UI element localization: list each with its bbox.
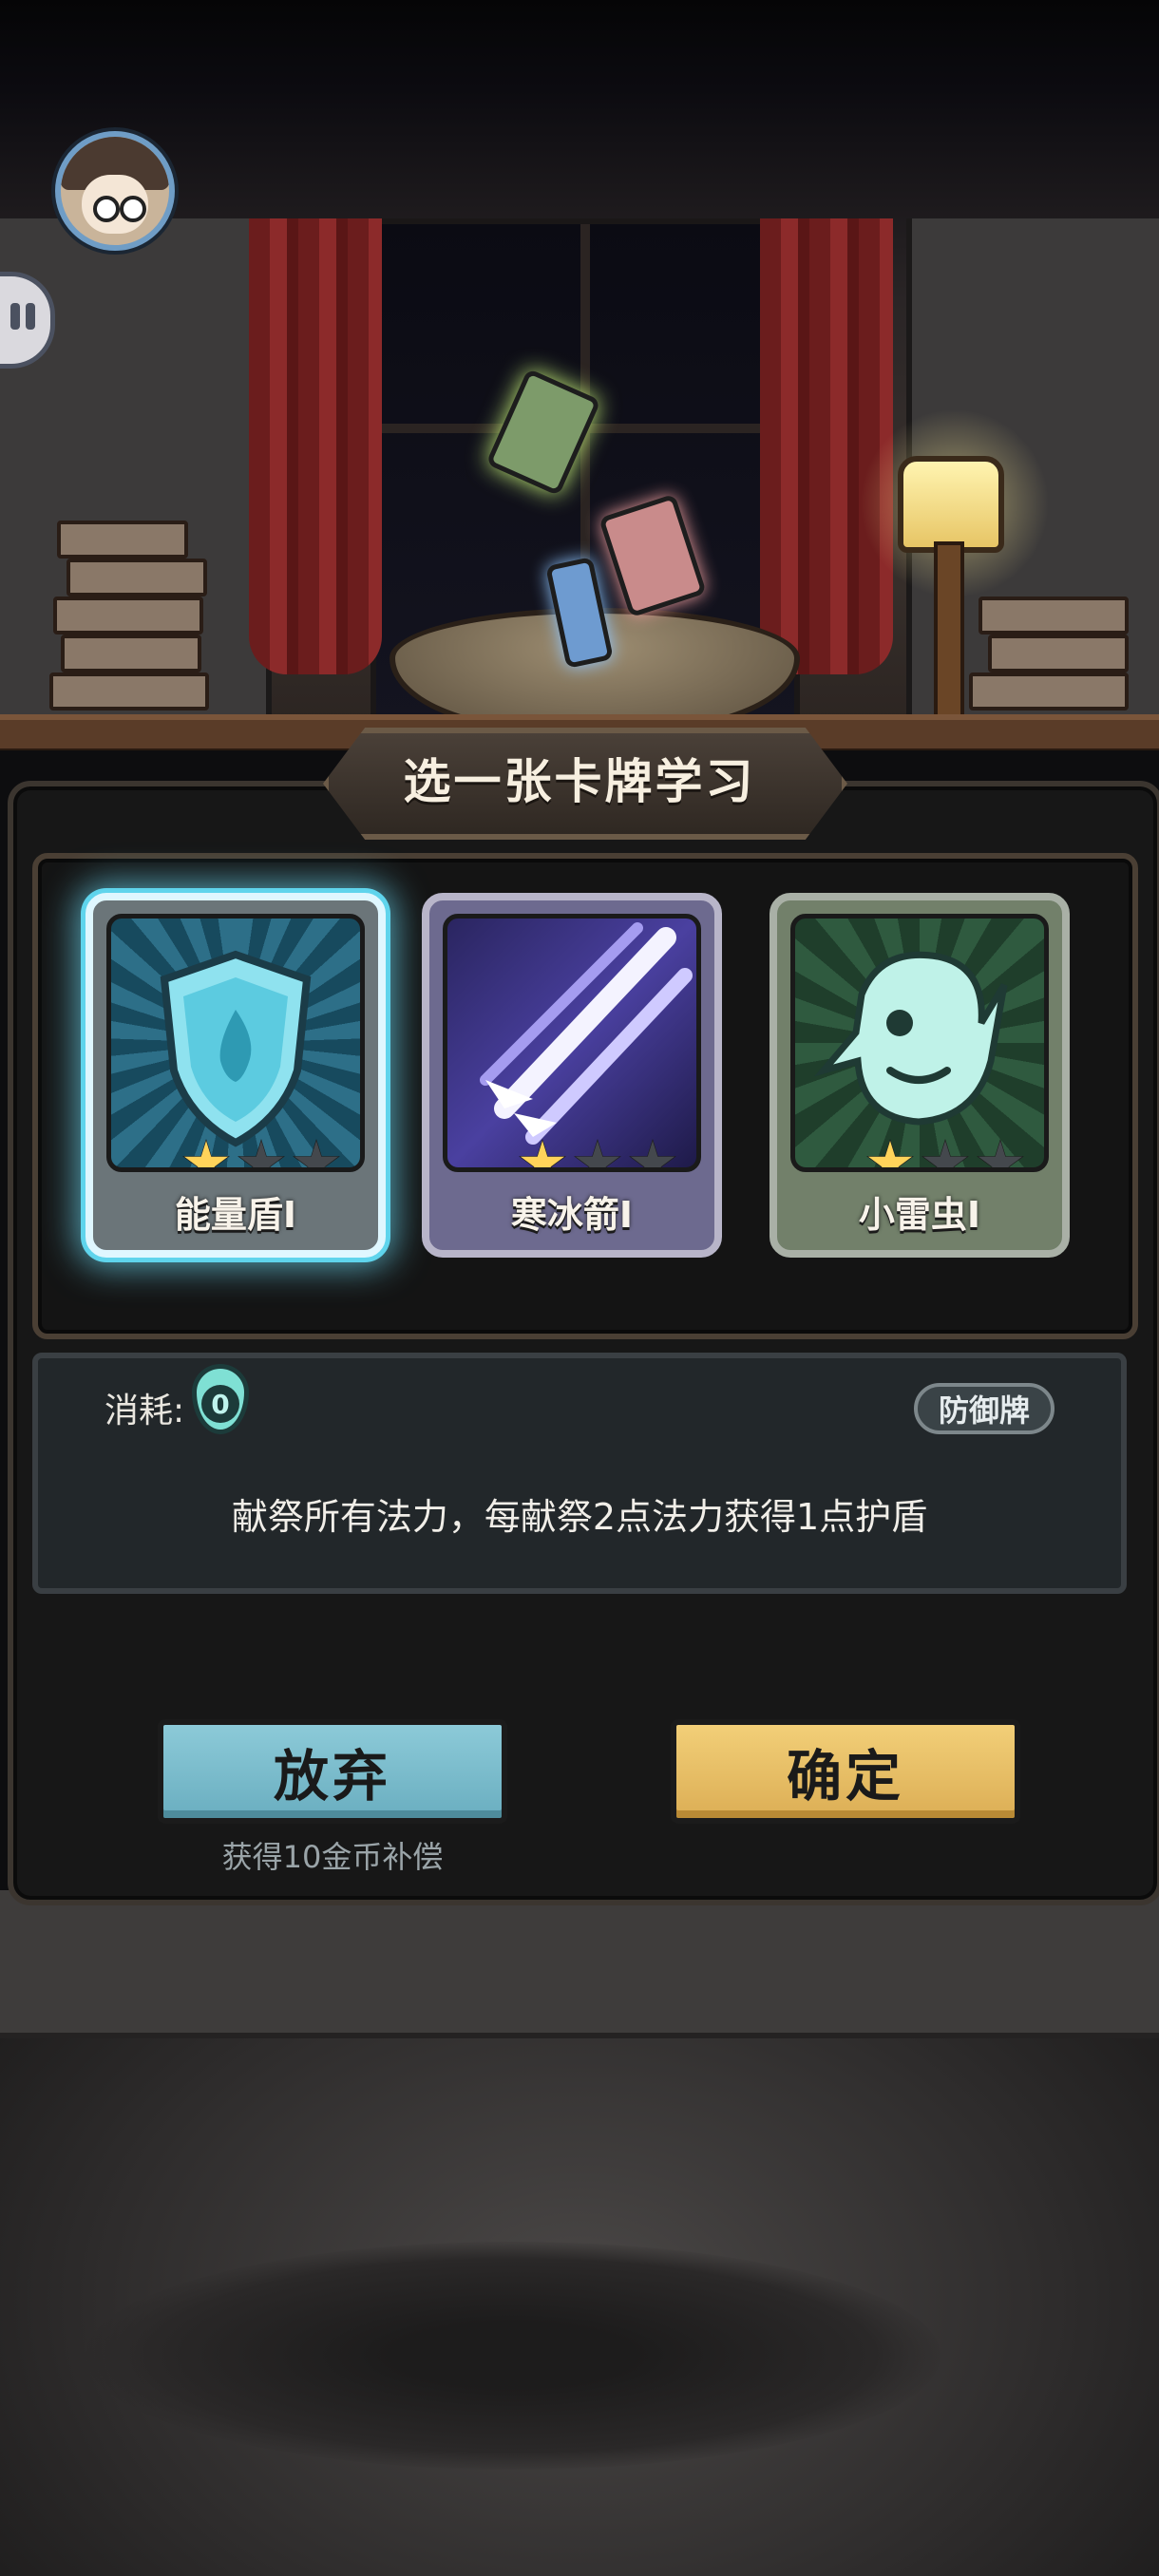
thunder-bug-icon (790, 914, 1049, 1172)
star-icon (575, 1141, 620, 1167)
card-name: 能量盾I (174, 1194, 297, 1236)
card-name: 寒冰箭I (510, 1194, 634, 1236)
star-icon (978, 1141, 1023, 1167)
confirm-button[interactable]: 确定 (671, 1719, 1020, 1824)
star-rating (518, 1139, 677, 1167)
floor-pit (86, 2242, 940, 2470)
panel-title: 选一张卡牌学习 (403, 754, 756, 809)
star-rating (181, 1139, 341, 1167)
lamp-icon (898, 456, 1004, 553)
star-icon (922, 1141, 968, 1167)
book (61, 635, 201, 672)
book (969, 672, 1129, 710)
card-description: 献祭所有法力，每献祭2点法力获得1点护盾 (231, 1496, 928, 1538)
curtain-right (760, 218, 893, 674)
shield-flame-icon (106, 914, 365, 1172)
star-icon (183, 1141, 229, 1167)
player-avatar[interactable] (55, 131, 175, 251)
book (988, 635, 1129, 672)
star-icon (867, 1141, 913, 1167)
card-name: 小雷虫I (858, 1194, 981, 1236)
book (53, 597, 203, 635)
floor-background (0, 1890, 1159, 2576)
star-icon (294, 1141, 339, 1167)
star-icon (630, 1141, 675, 1167)
book (66, 559, 207, 597)
star-rating (865, 1139, 1025, 1167)
cost-value: 0 (201, 1385, 239, 1423)
card-type-badge: 防御牌 (914, 1383, 1054, 1434)
card-energy-shield[interactable]: 能量盾I (86, 893, 386, 1258)
star-icon (520, 1141, 565, 1167)
book (978, 597, 1129, 635)
cost-label: 消耗: (104, 1392, 185, 1430)
book (49, 672, 209, 710)
card-ice-arrow[interactable]: 寒冰箭I (422, 893, 722, 1258)
curtain-left (249, 218, 382, 674)
abandon-button[interactable]: 放弃 (158, 1719, 507, 1824)
ice-arrows-icon (443, 914, 701, 1172)
room-background (0, 0, 1159, 750)
card-thunder-bug[interactable]: 小雷虫I (770, 893, 1070, 1258)
book (57, 521, 188, 559)
abandon-reward-note: 获得10金币补偿 (221, 1839, 444, 1875)
star-icon (238, 1141, 284, 1167)
